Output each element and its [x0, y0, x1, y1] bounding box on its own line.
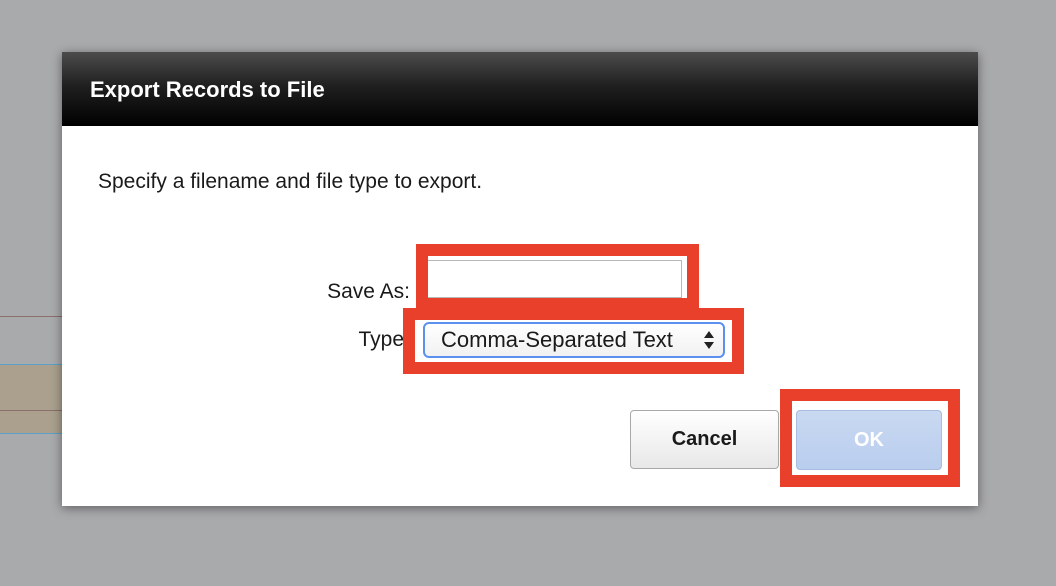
background-row-divider: [0, 410, 70, 411]
cancel-button[interactable]: Cancel: [630, 410, 779, 469]
type-label: Type: [358, 328, 404, 351]
save-as-highlight-box: [416, 244, 699, 310]
ok-highlight-box: [780, 389, 960, 487]
dialog-instructions: Specify a filename and file type to expo…: [98, 170, 483, 193]
dialog-title: Export Records to File: [90, 77, 325, 102]
save-as-label: Save As:: [327, 280, 410, 303]
background-selected-row: [0, 364, 70, 434]
type-highlight-box: [403, 308, 744, 374]
background-row-divider: [0, 316, 70, 317]
export-dialog: Export Records to File Specify a filenam…: [62, 52, 978, 506]
dialog-titlebar: Export Records to File: [62, 52, 978, 126]
